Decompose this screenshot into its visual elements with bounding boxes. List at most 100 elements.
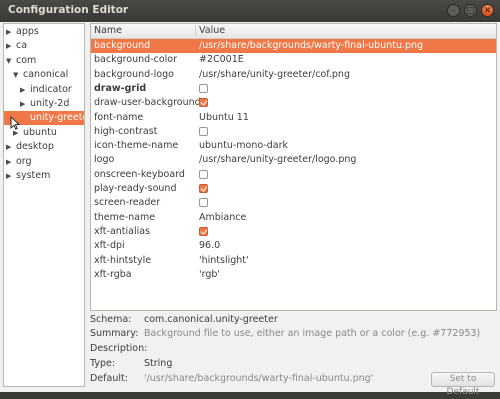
key-name: xft-antialias (94, 225, 151, 237)
tree-item-apps[interactable]: ▶ apps (6, 25, 39, 39)
table-row[interactable]: logo/usr/share/unity-greeter/logo.png (91, 153, 496, 167)
schema-tree[interactable]: ▶ apps ▶ ca ▼ com ▼ canonical ▶ indicator ▶ unity-2… (3, 23, 85, 387)
key-value[interactable]: Ambiance (199, 211, 246, 225)
table-row[interactable]: background/usr/share/backgrounds/warty-f… (91, 39, 496, 54)
maximize-icon[interactable]: □ (464, 4, 477, 17)
table-row[interactable]: theme-name Ambiance (91, 211, 496, 225)
expander-collapsed-icon[interactable]: ▶ (6, 155, 16, 169)
expander-collapsed-icon[interactable]: ▶ (6, 25, 16, 39)
expander-collapsed-icon[interactable]: ▶ (6, 140, 16, 154)
window-controls: – □ ✕ (447, 4, 494, 18)
tree-item-ca[interactable]: ▶ ca (6, 39, 27, 53)
tree-item-label: canonical (23, 69, 69, 81)
expander-collapsed-icon[interactable]: ▶ (6, 169, 16, 183)
key-name: screen-reader (94, 197, 161, 209)
table-row[interactable]: draw-user-backgrounds (91, 96, 496, 110)
key-value[interactable]: 'hintslight' (199, 254, 249, 268)
tree-item-desktop[interactable]: ▶ desktop (6, 140, 54, 154)
tree-item-system[interactable]: ▶ system (6, 169, 50, 183)
tree-item-label: apps (16, 26, 39, 37)
table-header: Name Value (91, 24, 496, 39)
schema-value: com.canonical.unity-greeter (144, 314, 278, 325)
table-row[interactable]: draw-grid (91, 82, 496, 96)
tree-item-label: indicator (30, 83, 72, 95)
key-info-panel: Schema: com.canonical.unity-greeter Summ… (90, 313, 497, 397)
window-title: Configuration Editor (8, 4, 129, 16)
tree-item-label: com (16, 54, 37, 66)
tree-item-label: org (16, 155, 32, 167)
table-row[interactable]: icon-theme-name ubuntu-mono-dark (91, 139, 496, 153)
key-name: background-logo (94, 68, 174, 80)
key-value-checkbox[interactable] (199, 169, 208, 179)
column-header-value[interactable]: Value (199, 24, 225, 38)
key-name: draw-user-backgrounds (94, 97, 206, 109)
key-value-checkbox[interactable] (199, 126, 208, 136)
key-name: draw-grid (94, 82, 147, 94)
key-value-checkbox[interactable] (199, 98, 208, 108)
keys-table[interactable]: Name Value background/usr/share/backgrou… (90, 23, 497, 311)
key-value[interactable]: Ubuntu 11 (199, 111, 249, 125)
key-name: background-color (94, 54, 178, 66)
tree-item-label: ubuntu (23, 126, 57, 138)
tree-item-org[interactable]: ▶ org (6, 155, 32, 169)
table-row[interactable]: background-logo/usr/share/unity-greeter/… (91, 68, 496, 82)
table-row[interactable]: xft-dpi 96.0 (91, 239, 496, 253)
tree-item-label: unity-2d (30, 98, 70, 109)
key-name: logo (94, 154, 115, 166)
key-value[interactable]: 'rgb' (199, 268, 220, 282)
column-header-name[interactable]: Name (94, 24, 122, 38)
expander-collapsed-icon[interactable]: ▶ (6, 39, 16, 53)
key-value[interactable]: ubuntu-mono-dark (199, 139, 288, 153)
set-to-default-button[interactable]: Set to Default (431, 372, 495, 397)
key-name: play-ready-sound (94, 183, 177, 194)
expander-collapsed-icon[interactable]: ▶ (20, 83, 30, 97)
expander-expanded-icon[interactable]: ▼ (13, 68, 23, 82)
key-name: theme-name (94, 211, 156, 223)
tree-item-indicator[interactable]: ▶ indicator (20, 83, 72, 97)
configuration-editor-window: Configuration Editor – □ ✕ ▶ apps ▶ ca ▼ com ▼… (0, 0, 500, 397)
type-value: String (144, 358, 173, 369)
table-row[interactable]: xft-antialias (91, 225, 496, 239)
title-bar[interactable]: Configuration Editor – □ ✕ (0, 0, 500, 22)
table-row[interactable]: xft-hintstyle 'hintslight' (91, 254, 496, 268)
minimize-icon[interactable]: – (447, 4, 460, 17)
key-value[interactable]: /usr/share/unity-greeter/logo.png (199, 153, 356, 167)
table-row[interactable]: xft-rgba 'rgb' (91, 268, 496, 282)
key-name: icon-theme-name (94, 140, 179, 152)
close-icon[interactable]: ✕ (481, 4, 494, 17)
key-value-checkbox[interactable] (199, 184, 208, 193)
summary-label: Summary: (90, 328, 139, 339)
type-label: Type: (90, 358, 116, 369)
table-row[interactable]: play-ready-sound (91, 182, 496, 196)
table-row[interactable]: font-name Ubuntu 11 (91, 111, 496, 125)
key-value-checkbox[interactable] (199, 226, 208, 236)
mouse-pointer-icon (10, 116, 20, 130)
tree-item-com[interactable]: ▼ com (6, 54, 36, 68)
key-value[interactable]: /usr/share/unity-greeter/cof.png (199, 68, 350, 82)
table-row[interactable]: high-contrast (91, 125, 496, 139)
tree-item-label: unity-greeter (30, 112, 84, 124)
table-row[interactable]: background-color #2C001E (91, 53, 496, 67)
key-name: onscreen-keyboard (94, 168, 185, 180)
key-name: font-name (94, 111, 144, 123)
table-row[interactable]: onscreen-keyboard (91, 168, 496, 182)
tree-item-label: desktop (16, 141, 54, 153)
column-separator[interactable] (195, 26, 196, 36)
tree-item-label: ca (16, 40, 28, 52)
tree-item-unity-2d[interactable]: ▶ unity-2d (20, 97, 69, 111)
key-name: xft-hintstyle (94, 254, 152, 266)
description-label: Description: (90, 343, 148, 354)
key-value[interactable]: 96.0 (199, 239, 220, 253)
tree-item-canonical[interactable]: ▼ canonical (13, 68, 68, 82)
key-value[interactable]: /usr/share/backgrounds/warty-final-ubunt… (199, 39, 423, 53)
key-name: xft-rgba (94, 268, 132, 280)
key-name: high-contrast (94, 125, 158, 137)
schema-label: Schema: (90, 314, 132, 325)
key-value-checkbox[interactable] (199, 83, 208, 93)
key-value[interactable]: #2C001E (199, 53, 244, 67)
default-label: Default: (90, 373, 128, 384)
expander-collapsed-icon[interactable]: ▶ (20, 97, 30, 111)
expander-expanded-icon[interactable]: ▼ (6, 54, 16, 68)
table-row[interactable]: screen-reader (91, 196, 496, 210)
key-value-checkbox[interactable] (199, 198, 208, 208)
